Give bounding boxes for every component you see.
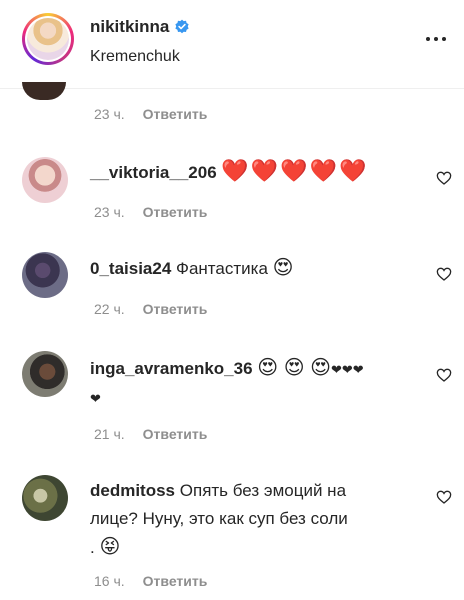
username-row: nikitkinna [90, 17, 190, 37]
heart-outline-icon[interactable] [436, 489, 452, 505]
avatar[interactable] [22, 475, 68, 521]
comment-hearts: ❤ [90, 391, 101, 406]
comment-time: 23 ч. [94, 204, 125, 220]
heart-outline-icon[interactable] [436, 170, 452, 186]
comment-username[interactable]: inga_avramenko_36 [90, 359, 253, 378]
reply-button[interactable]: Ответить [143, 106, 208, 122]
heart-outline-icon[interactable] [436, 266, 452, 282]
reply-button[interactable]: Ответить [143, 301, 208, 317]
comment-meta: 16 ч. Ответить [94, 573, 207, 589]
comment-text: Опять без эмоций на [179, 481, 347, 500]
comment-meta: 23 ч. Ответить [94, 204, 207, 220]
post-location[interactable]: Kremenchuk [90, 48, 180, 66]
avatar[interactable] [22, 157, 68, 203]
reply-button[interactable]: Ответить [143, 426, 208, 442]
comment-time: 22 ч. [94, 301, 125, 317]
comment-text: лице? Нуну, это как суп без соли [90, 509, 348, 528]
comment-text: . [90, 538, 95, 557]
comment-time: 23 ч. [94, 106, 125, 122]
comment-text: Фантастика [176, 259, 268, 278]
comment-username[interactable]: __viktoria__206 [90, 163, 217, 182]
comment-hearts: ❤❤❤ [330, 362, 364, 377]
comment-body: 0_taisia24 Фантастика 😍 [90, 254, 294, 283]
comment-emoji: 😍 😍 😍 [257, 357, 331, 379]
reply-button[interactable]: Ответить [143, 573, 208, 589]
avatar[interactable] [22, 252, 68, 298]
reply-button[interactable]: Ответить [143, 204, 208, 220]
comment-text: ❤️❤️❤️❤️❤️ [221, 158, 369, 183]
comment-time: 21 ч. [94, 426, 125, 442]
post-header: nikitkinna Kremenchuk [0, 0, 464, 89]
profile-username[interactable]: nikitkinna [90, 17, 169, 37]
comment-body: dedmitoss Опять без эмоций на лице? Нуну… [90, 477, 420, 562]
comment-meta: 23 ч. Ответить [94, 106, 207, 122]
comment-username[interactable]: dedmitoss [90, 481, 175, 500]
comment-body: __viktoria__206 ❤️❤️❤️❤️❤️ [90, 157, 368, 187]
more-options-icon[interactable] [426, 37, 446, 41]
comment-username[interactable]: 0_taisia24 [90, 259, 171, 278]
heart-outline-icon[interactable] [436, 367, 452, 383]
avatar[interactable] [22, 82, 66, 100]
avatar[interactable] [22, 351, 68, 397]
comment-meta: 22 ч. Ответить [94, 301, 207, 317]
comment-body: inga_avramenko_36 😍 😍 😍❤❤❤ ❤ [90, 354, 364, 413]
comment-meta: 21 ч. Ответить [94, 426, 207, 442]
verified-badge-icon [175, 19, 189, 34]
comment-time: 16 ч. [94, 573, 125, 589]
comment-emoji: 😍 [272, 257, 294, 279]
comment-emoji: 😝 [99, 536, 121, 558]
profile-avatar[interactable] [22, 13, 74, 65]
